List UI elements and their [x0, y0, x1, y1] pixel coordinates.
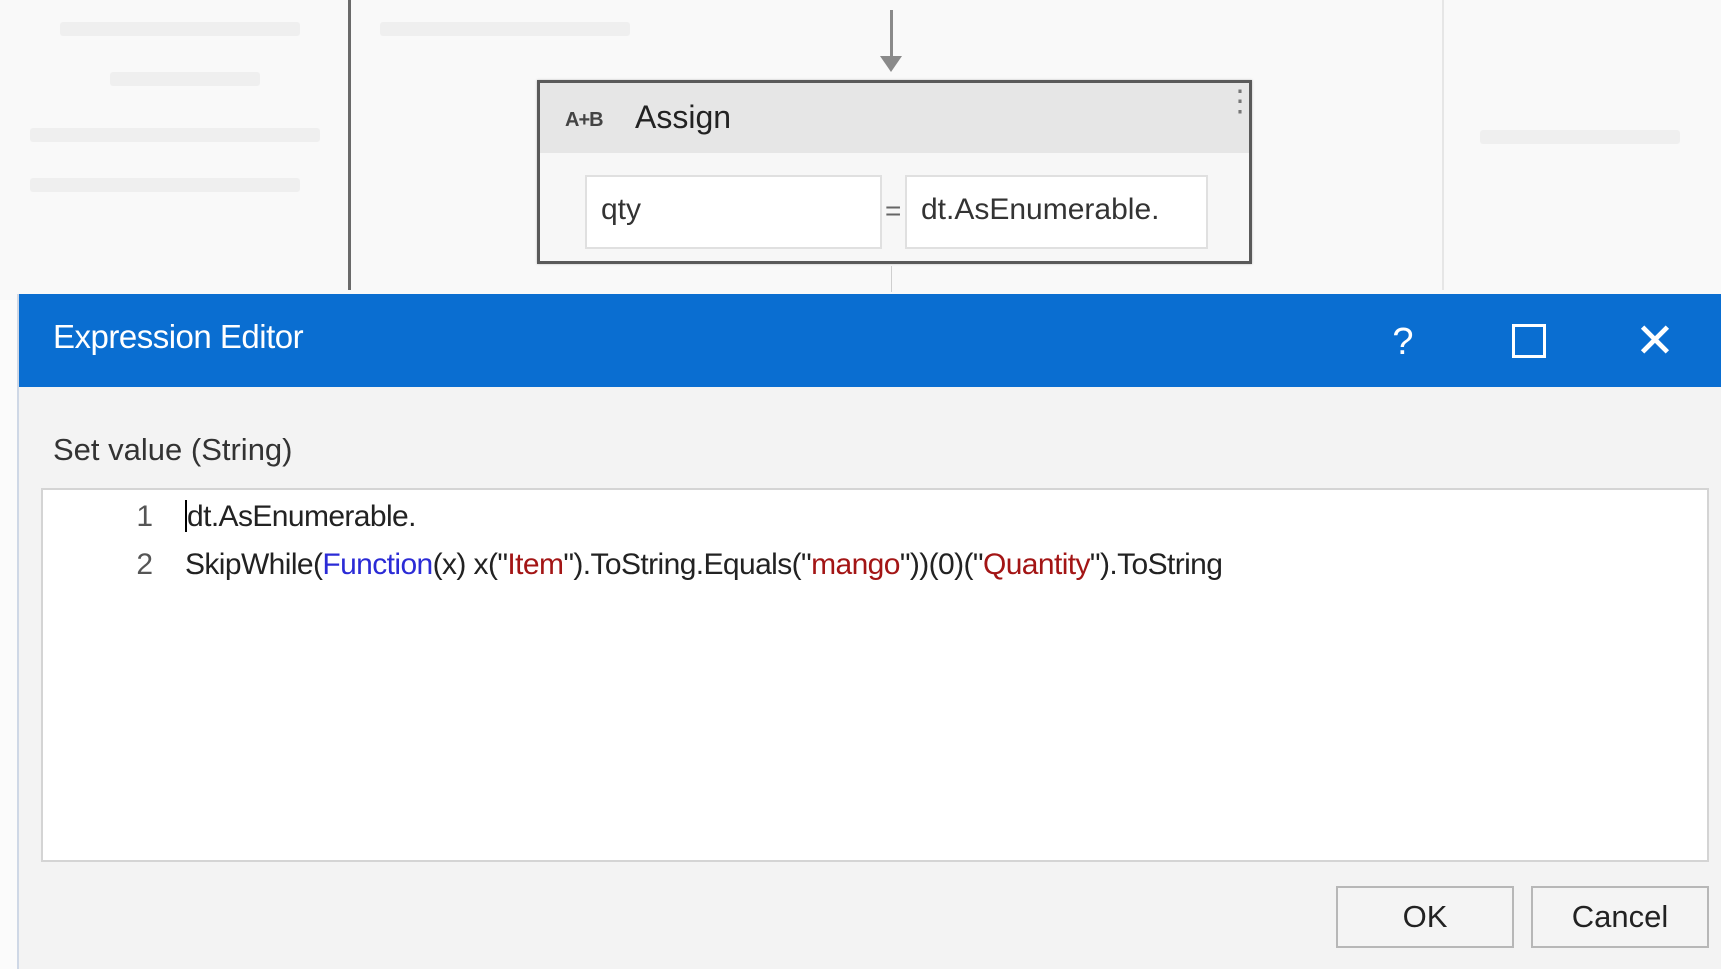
- close-icon[interactable]: ✕: [1625, 312, 1685, 372]
- equals-sign: =: [885, 195, 902, 226]
- assign-activity-icon: A+B: [565, 109, 604, 131]
- flow-connector: [891, 266, 892, 292]
- cancel-button[interactable]: Cancel: [1531, 886, 1709, 948]
- code-token: ").ToString: [1089, 548, 1223, 581]
- code-text[interactable]: SkipWhile(Function(x) x("Item").ToString…: [185, 548, 1223, 582]
- panel-divider: [348, 0, 351, 290]
- code-line-1-text: dt.AsEnumerable.: [187, 500, 416, 533]
- assign-to-field[interactable]: qty: [585, 175, 882, 249]
- line-number: 1: [136, 500, 153, 533]
- blurred-text: [1480, 130, 1680, 144]
- blurred-text: [60, 22, 300, 36]
- more-options-icon[interactable]: ⋮: [1225, 87, 1255, 117]
- code-string-literal: mango: [811, 548, 900, 581]
- assign-activity[interactable]: A+B Assign ⋮ qty = dt.AsEnumerable.: [537, 80, 1255, 264]
- blurred-text: [110, 72, 260, 86]
- code-keyword: Function: [322, 548, 433, 581]
- assign-activity-title: Assign: [635, 99, 732, 135]
- assign-value-field[interactable]: dt.AsEnumerable.: [905, 175, 1208, 249]
- text-caret: [185, 500, 187, 533]
- flow-arrow-head-icon: [880, 56, 902, 72]
- line-number: 2: [136, 548, 153, 581]
- maximize-icon[interactable]: [1499, 312, 1559, 372]
- code-token: ").ToString.Equals(": [563, 548, 812, 581]
- code-token: (x) x(": [432, 548, 508, 581]
- code-token: "))(0)(": [899, 548, 984, 581]
- workflow-designer-canvas: A+B Assign ⋮ qty = dt.AsEnumerable.: [0, 0, 1721, 300]
- code-string-literal: Quantity: [982, 548, 1091, 581]
- dialog-title: Expression Editor: [53, 318, 304, 355]
- code-token: SkipWhile(: [185, 548, 323, 581]
- expression-editor-dialog: Expression Editor ? ✕ Set value (String)…: [17, 294, 1721, 969]
- panel-divider: [1442, 0, 1444, 290]
- value-type-label: Set value (String): [53, 432, 293, 467]
- assign-activity-header[interactable]: A+B Assign ⋮: [540, 83, 1255, 153]
- blurred-text: [380, 22, 630, 36]
- dialog-titlebar[interactable]: Expression Editor ? ✕: [19, 294, 1721, 387]
- blurred-text: [30, 128, 320, 142]
- code-text[interactable]: dt.AsEnumerable.: [185, 500, 416, 534]
- blurred-text: [30, 178, 300, 192]
- ok-button[interactable]: OK: [1336, 886, 1514, 948]
- help-icon[interactable]: ?: [1373, 312, 1433, 372]
- code-editor[interactable]: 1 dt.AsEnumerable. 2 SkipWhile(Function(…: [41, 488, 1709, 862]
- code-string-literal: Item: [507, 548, 564, 581]
